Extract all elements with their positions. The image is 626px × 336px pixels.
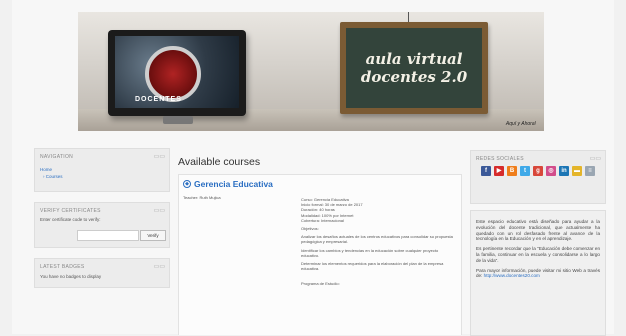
course-icon: ◆ <box>183 180 191 188</box>
verify-button[interactable]: Verify <box>140 230 166 241</box>
objective-item: Determinar los elementos requeridos para… <box>301 261 444 272</box>
site-banner: DOCENTES aula virtual docentes 2.0 Aquí … <box>78 12 544 131</box>
badges-title: LATEST BADGES <box>40 264 85 270</box>
monitor-screen: DOCENTES <box>115 36 239 108</box>
detail-line: Cobertura: Internacional <box>301 217 344 223</box>
youtube-icon[interactable]: ▶ <box>494 166 504 176</box>
google-plus-icon[interactable]: g <box>533 166 543 176</box>
objective-item: Identificar los cambios y tendencias en … <box>301 247 439 258</box>
course-card: ◆ Gerencia Educativa Teacher: Ruth Mujic… <box>178 174 462 335</box>
verify-certificates-block: VERIFY CERTIFICATES ▭▭ Enter certificate… <box>34 202 170 248</box>
lens-logo-icon <box>145 46 201 102</box>
folder-icon[interactable]: ▬ <box>572 166 582 176</box>
course-heading: ◆ Gerencia Educativa <box>183 179 273 189</box>
verify-label: Enter certificate code to verify: <box>40 217 101 222</box>
chalkboard: aula virtual docentes 2.0 <box>340 22 488 114</box>
blogger-icon[interactable]: B <box>507 166 517 176</box>
facebook-icon[interactable]: f <box>481 166 491 176</box>
monitor-illustration: DOCENTES <box>108 30 246 116</box>
info-paragraph-2: Es pertinente recordar que la "Educación… <box>476 246 600 263</box>
objectives-heading: Objetivos: <box>301 226 319 232</box>
chevron-right-icon: › <box>43 174 45 179</box>
block-controls-icon[interactable]: ▭▭ <box>154 263 165 270</box>
nav-courses-link[interactable]: Courses <box>46 174 63 179</box>
info-block: Este espacio educativo está diseñado par… <box>470 210 606 336</box>
course-link[interactable]: Gerencia Educativa <box>194 179 273 189</box>
info-paragraph-1: Este espacio educativo está diseñado par… <box>476 219 600 242</box>
instagram-icon[interactable]: ◎ <box>546 166 556 176</box>
board-line-1: aula virtual <box>365 50 463 68</box>
social-icons-row: f ▶ Bt g ◎ in ▬ ≡ <box>481 166 595 176</box>
chalkboard-surface: aula virtual docentes 2.0 <box>346 28 482 108</box>
social-title: REDES SOCIALES <box>476 156 524 162</box>
block-controls-icon[interactable]: ▭▭ <box>154 153 165 160</box>
nav-home-link[interactable]: Home <box>40 167 52 172</box>
teacher-text: Teacher: Ruth Mujica <box>183 195 221 200</box>
verify-title: VERIFY CERTIFICATES <box>40 208 101 214</box>
social-networks-block: REDES SOCIALES ▭▭ f ▶ Bt g ◎ in ▬ ≡ <box>470 150 606 204</box>
info-paragraph-3: Para mayor información, puede visitar mi… <box>476 268 600 280</box>
navigation-block: NAVIGATION ▭▭ Home › Courses <box>34 148 170 192</box>
badges-empty-text: You have no badges to display <box>40 274 102 279</box>
twitter-icon[interactable]: t <box>520 166 530 176</box>
board-line-2: docentes 2.0 <box>360 68 468 86</box>
screen-brand-mark: DOCENTES <box>135 96 182 103</box>
website-link[interactable]: http://www.docentes20.com <box>484 273 540 278</box>
objective-item: Analizar los desafíos actuales de los ce… <box>301 234 453 245</box>
course-summary: Curso: Gerencia Educativa Inicio formal:… <box>301 197 453 290</box>
linkedin-icon[interactable]: in <box>559 166 569 176</box>
banner-signature: Aquí y Ahora! <box>505 121 536 127</box>
nav-courses-item[interactable]: › Courses <box>43 174 63 179</box>
latest-badges-block: LATEST BADGES ▭▭ You have no badges to d… <box>34 258 170 288</box>
document-icon[interactable]: ≡ <box>585 166 595 176</box>
program-heading: Programa de Estudio: <box>301 281 340 287</box>
block-controls-icon[interactable]: ▭▭ <box>154 207 165 214</box>
monitor-stand <box>163 116 193 124</box>
block-controls-icon[interactable]: ▭▭ <box>590 155 601 162</box>
course-teacher: Teacher: Ruth Mujica <box>183 195 221 200</box>
available-courses-heading: Available courses <box>178 156 261 168</box>
course-details: Curso: Gerencia Educativa Inicio formal:… <box>301 197 453 223</box>
navigation-title: NAVIGATION <box>40 154 74 160</box>
certificate-code-input[interactable] <box>77 230 139 241</box>
info-text: Este espacio educativo está diseñado par… <box>476 219 600 283</box>
